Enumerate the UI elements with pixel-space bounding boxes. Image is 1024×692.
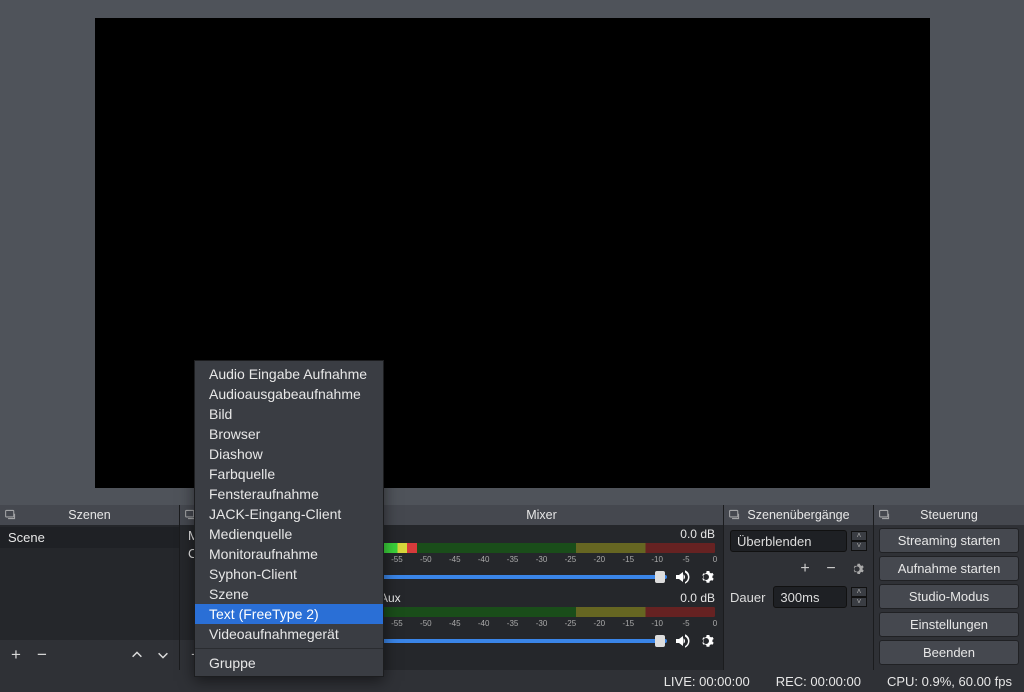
duration-spinner[interactable]: ˄˅ xyxy=(851,587,867,607)
detach-icon[interactable] xyxy=(4,508,17,524)
scene-up-button[interactable] xyxy=(125,643,149,667)
menu-item[interactable]: Text (FreeType 2) xyxy=(195,604,383,624)
transitions-title-bar: Szenenübergänge xyxy=(724,505,873,525)
menu-item[interactable]: JACK-Eingang-Client xyxy=(195,504,383,524)
mixer-body: ic0.0 dB -60-55-50-45-40-35-30-25-20-15-… xyxy=(360,525,723,670)
meter-ticks: -60-55-50-45-40-35-30-25-20-15-10-50 xyxy=(368,619,715,629)
menu-item[interactable]: Fensteraufnahme xyxy=(195,484,383,504)
add-transition-button[interactable]: + xyxy=(795,559,815,579)
mixer-title: Mixer xyxy=(526,508,557,522)
duration-input[interactable]: 300ms xyxy=(773,586,847,608)
volume-slider[interactable] xyxy=(368,575,667,579)
transitions-body: Überblenden ˄˅ + − Dauer 300ms ˄˅ xyxy=(724,525,873,670)
controls-title: Steuerung xyxy=(920,508,978,522)
mixer-dock: Mixer ic0.0 dB -60-55-50-45-40-35-30-25-… xyxy=(360,505,724,670)
detach-icon[interactable] xyxy=(878,508,891,524)
menu-separator xyxy=(195,648,383,649)
speaker-icon[interactable] xyxy=(673,568,691,586)
volume-slider[interactable] xyxy=(368,639,667,643)
control-button[interactable]: Aufnahme starten xyxy=(879,556,1019,581)
meter-ticks: -60-55-50-45-40-35-30-25-20-15-10-50 xyxy=(368,555,715,565)
menu-item[interactable]: Audioausgabeaufnahme xyxy=(195,384,383,404)
menu-item[interactable]: Audio Eingabe Aufnahme xyxy=(195,364,383,384)
status-bar: LIVE: 00:00:00 REC: 00:00:00 CPU: 0.9%, … xyxy=(0,670,1024,692)
controls-title-bar: Steuerung xyxy=(874,505,1024,525)
audio-meter xyxy=(368,543,715,553)
menu-item[interactable]: Diashow xyxy=(195,444,383,464)
scenes-dock: Szenen Scene + − xyxy=(0,505,180,670)
transition-settings-button[interactable] xyxy=(847,559,867,579)
menu-item[interactable]: Monitoraufnahme xyxy=(195,544,383,564)
control-button[interactable]: Studio-Modus xyxy=(879,584,1019,609)
scenes-title-bar: Szenen xyxy=(0,505,179,525)
scene-down-button[interactable] xyxy=(151,643,175,667)
scene-item[interactable]: Scene xyxy=(0,527,179,548)
add-scene-button[interactable]: + xyxy=(4,643,28,667)
audio-meter xyxy=(368,607,715,617)
mixer-title-bar: Mixer xyxy=(360,505,723,525)
channel-db: 0.0 dB xyxy=(680,527,715,541)
channel-db: 0.0 dB xyxy=(680,591,715,605)
gear-icon[interactable] xyxy=(697,568,715,586)
transition-spinner[interactable]: ˄˅ xyxy=(851,531,867,551)
menu-item[interactable]: Farbquelle xyxy=(195,464,383,484)
controls-body: Streaming starten Aufnahme starten Studio-… xyxy=(874,525,1024,670)
transition-select[interactable]: Überblenden xyxy=(730,530,847,552)
bottom-docks: Szenen Scene + − MC + − xyxy=(0,505,1024,670)
status-rec: REC: 00:00:00 xyxy=(776,674,861,689)
remove-transition-button[interactable]: − xyxy=(821,559,841,579)
menu-item[interactable]: Gruppe xyxy=(195,653,383,673)
scenes-title: Szenen xyxy=(68,508,110,522)
control-button[interactable]: Beenden xyxy=(879,640,1019,665)
menu-item[interactable]: Szene xyxy=(195,584,383,604)
duration-label: Dauer xyxy=(730,590,765,605)
control-button[interactable]: Einstellungen xyxy=(879,612,1019,637)
preview-area xyxy=(0,0,1024,505)
add-source-context-menu[interactable]: Audio Eingabe AufnahmeAudioausgabeaufnah… xyxy=(194,360,384,677)
transitions-dock: Szenenübergänge Überblenden ˄˅ + − Dauer… xyxy=(724,505,874,670)
menu-item[interactable]: Browser xyxy=(195,424,383,444)
control-button[interactable]: Streaming starten xyxy=(879,528,1019,553)
status-live: LIVE: 00:00:00 xyxy=(664,674,750,689)
menu-item[interactable]: Syphon-Client xyxy=(195,564,383,584)
remove-scene-button[interactable]: − xyxy=(30,643,54,667)
mixer-channel: ic0.0 dB -60-55-50-45-40-35-30-25-20-15-… xyxy=(360,525,723,586)
menu-item[interactable]: Medienquelle xyxy=(195,524,383,544)
menu-item[interactable]: Bild xyxy=(195,404,383,424)
menu-item[interactable]: Videoaufnahmegerät xyxy=(195,624,383,644)
gear-icon[interactable] xyxy=(697,632,715,650)
status-cpu: CPU: 0.9%, 60.00 fps xyxy=(887,674,1012,689)
detach-icon[interactable] xyxy=(728,508,741,524)
scenes-toolbar: + − xyxy=(0,640,179,670)
scenes-list[interactable]: Scene xyxy=(0,525,179,550)
mixer-channel: ic/Aux0.0 dB -60-55-50-45-40-35-30-25-20… xyxy=(360,589,723,650)
controls-dock: Steuerung Streaming starten Aufnahme star… xyxy=(874,505,1024,670)
scenes-body: Scene xyxy=(0,525,179,640)
speaker-icon[interactable] xyxy=(673,632,691,650)
transitions-title: Szenenübergänge xyxy=(747,508,849,522)
